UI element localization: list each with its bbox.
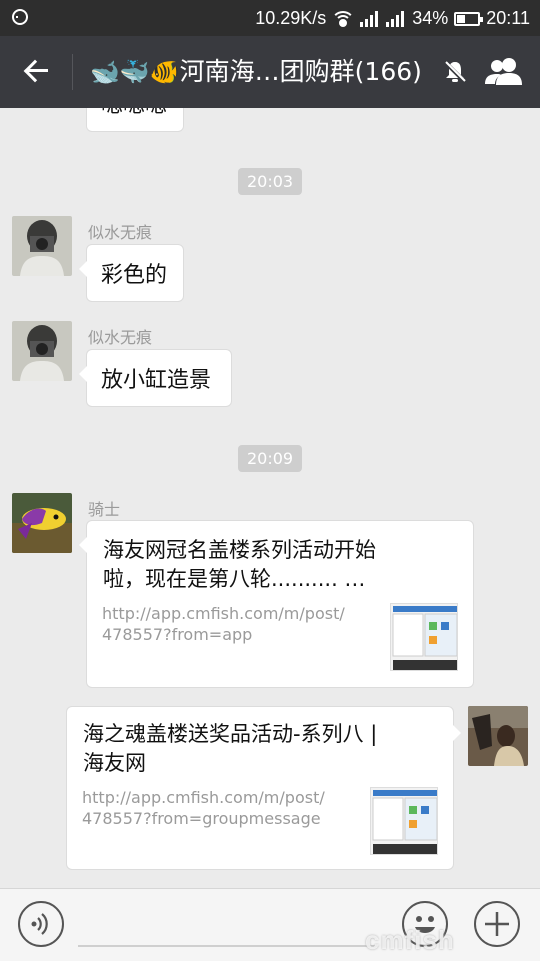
plus-icon[interactable] — [474, 901, 520, 947]
signal-icon — [386, 10, 406, 27]
wifi-icon — [332, 10, 355, 27]
title-emojis: 🐋🐳🐠 — [90, 58, 180, 86]
my-avatar[interactable] — [468, 706, 528, 766]
watermark: cmfish — [365, 925, 455, 955]
chat-area[interactable]: 嗯嗯嗯 20:03 似水无痕 彩色的 似水无痕 放小缸造景 20:09 — [0, 108, 540, 888]
link-thumbnail — [370, 787, 438, 855]
chat-title: 🐋🐳🐠河南海…团购群(166) — [90, 52, 422, 92]
link-card-title: 海之魂盖楼送奖品活动-系列八 | 海友网 — [83, 720, 443, 778]
link-card-url-line: http://app.cmfish.com/m/post/ — [102, 604, 345, 623]
voice-icon[interactable] — [18, 901, 64, 947]
status-right: 10.29K/s 34% 20:11 — [255, 8, 530, 29]
battery-percent: 34% — [412, 8, 449, 28]
link-card-url: http://app.cmfish.com/m/post/ 478557?fro… — [82, 787, 362, 829]
link-card-url-line: 478557?from=app — [102, 625, 253, 644]
timestamp: 20:03 — [238, 168, 303, 195]
link-thumbnail — [390, 603, 458, 671]
menu-dots-icon — [12, 9, 28, 25]
network-speed: 10.29K/s — [255, 8, 327, 28]
signal-icon — [360, 10, 380, 27]
link-card-title: 海友网冠名盖楼系列活动开始 啦，现在是第八轮.......... … — [103, 536, 463, 594]
sender-name: 似水无痕 — [88, 223, 153, 242]
timestamp: 20:09 — [238, 445, 303, 472]
avatar[interactable] — [12, 493, 72, 553]
group-members-icon[interactable] — [484, 56, 524, 86]
group-name: 河南海…团购群(166) — [179, 57, 422, 86]
partial-message-bubble[interactable]: 嗯嗯嗯 — [86, 108, 184, 132]
partial-message-text: 嗯嗯嗯 — [101, 108, 167, 118]
link-card-url: http://app.cmfish.com/m/post/ 478557?fro… — [102, 603, 382, 645]
avatar[interactable] — [12, 321, 72, 381]
link-card[interactable]: 海友网冠名盖楼系列活动开始 啦，现在是第八轮.......... … http:… — [79, 520, 474, 688]
input-bar — [0, 888, 540, 961]
link-card[interactable]: 海之魂盖楼送奖品活动-系列八 | 海友网 http://app.cmfish.c… — [66, 706, 461, 870]
message-input[interactable] — [78, 945, 378, 947]
status-bar: 10.29K/s 34% 20:11 — [0, 0, 540, 36]
link-card-title-line: 海友网冠名盖楼系列活动开始 — [103, 538, 376, 562]
sender-name: 骑士 — [88, 500, 121, 519]
link-card-title-line: 啦，现在是第八轮.......... … — [103, 567, 366, 591]
link-card-title-line: 海之魂盖楼送奖品活动-系列八 | — [83, 722, 378, 746]
clock: 20:11 — [486, 8, 530, 28]
sender-name: 似水无痕 — [88, 328, 153, 347]
link-card-url-line: 478557?from=groupmessage — [82, 809, 321, 828]
link-card-title-line: 海友网 — [83, 751, 146, 775]
message-bubble[interactable]: 放小缸造景 — [79, 349, 232, 407]
link-card-url-line: http://app.cmfish.com/m/post/ — [82, 788, 325, 807]
message-text: 放小缸造景 — [101, 368, 212, 393]
back-arrow-icon[interactable] — [22, 56, 52, 86]
message-bubble[interactable]: 彩色的 — [79, 244, 184, 302]
mute-bell-icon — [444, 60, 466, 84]
avatar[interactable] — [12, 216, 72, 276]
battery-icon — [454, 11, 484, 26]
message-text: 彩色的 — [101, 263, 168, 288]
chat-header: 🐋🐳🐠河南海…团购群(166) — [0, 36, 540, 108]
header-divider — [72, 54, 73, 90]
